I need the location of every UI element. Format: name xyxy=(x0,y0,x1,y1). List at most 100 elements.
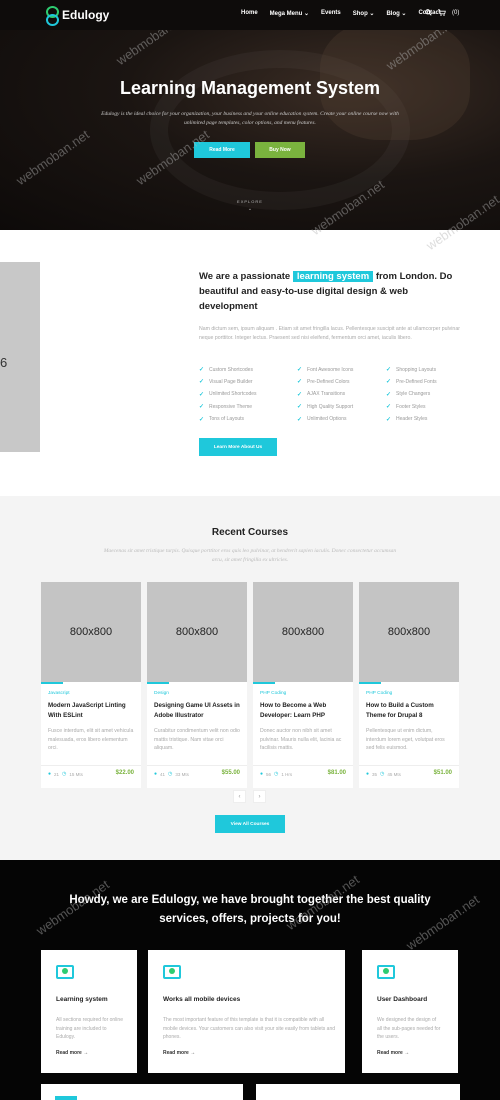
logo-text: Edulogy xyxy=(62,8,110,22)
check-icon: ✓ xyxy=(199,379,205,386)
course-title[interactable]: Modern JavaScript Linting With ESLint xyxy=(48,701,136,720)
course-image[interactable]: 800x800 xyxy=(359,582,459,682)
hero-section: Learning Management System Edulogy is th… xyxy=(0,30,500,230)
course-accent-bar xyxy=(147,682,169,684)
dashboard-icon xyxy=(377,965,395,979)
check-icon: ✓ xyxy=(199,404,205,411)
prev-page-button[interactable]: ‹ xyxy=(233,790,246,803)
logo[interactable]: Edulogy xyxy=(44,6,110,26)
main-menu: Home Mega Menu ⌄ Events Shop ⌄ Blog ⌄ Co… xyxy=(241,10,453,17)
buy-now-button[interactable]: Buy Now xyxy=(255,142,305,158)
read-more-link[interactable]: Read more → xyxy=(163,1050,195,1056)
next-page-button[interactable]: › xyxy=(253,790,266,803)
feature-item: ✓ Custom Shortcodes xyxy=(199,366,253,374)
learning-icon xyxy=(56,965,74,979)
course-accent-bar xyxy=(359,682,381,684)
user-icon: ● xyxy=(48,771,52,777)
feature-item: ✓ Header Styles xyxy=(386,416,428,423)
course-category[interactable]: Design xyxy=(154,691,169,696)
course-image[interactable]: 800x800 xyxy=(41,582,141,682)
user-icon: ● xyxy=(260,771,264,777)
course-title[interactable]: How to Build a Custom Theme for Drupal 8 xyxy=(366,701,454,720)
feature-item: ✓ Font Awesome Icons xyxy=(297,366,354,374)
learn-more-button[interactable]: Learn More About Us xyxy=(199,438,277,456)
feature-item: ✓ Unlimited Shortcodes xyxy=(199,391,257,398)
menu-item-events[interactable]: Events xyxy=(321,10,341,17)
top-navbar: Edulogy Home Mega Menu ⌄ Events Shop ⌄ B… xyxy=(0,0,500,30)
course-title[interactable]: How to Become a Web Developer: Learn PHP xyxy=(260,701,348,720)
clock-icon: ◷ xyxy=(274,771,279,777)
check-icon: ✓ xyxy=(386,416,392,423)
course-card[interactable]: 800x800 Design Designing Game UI Assets … xyxy=(147,582,247,788)
feature-item: ✓ Tons of Layouts xyxy=(199,416,245,423)
feature-item: ✓ Responsive Theme xyxy=(199,403,253,411)
about-image-label: 6 xyxy=(0,355,8,370)
course-card[interactable]: 800x800 PHP Coding How to Become a Web D… xyxy=(253,582,353,788)
check-icon: ✓ xyxy=(199,367,205,373)
cart-count[interactable]: (0) xyxy=(452,10,459,16)
about-text: Nam dictum sem, ipsum aliquam . Etiam si… xyxy=(199,326,460,341)
view-all-courses-button[interactable]: View All Courses xyxy=(215,815,285,833)
course-duration: 1 Hrs xyxy=(281,771,293,777)
user-icon: ● xyxy=(366,771,370,777)
course-image[interactable]: 800x800 xyxy=(253,582,353,682)
feature-item: ✓ Pre-Defined Fonts xyxy=(386,378,437,386)
read-more-link[interactable]: Read more → xyxy=(56,1050,88,1056)
feature-card-title: Learning system xyxy=(56,996,108,1003)
user-icon: ● xyxy=(154,771,158,777)
course-card[interactable]: 800x800 Javascript Modern JavaScript Lin… xyxy=(41,582,141,788)
course-meta: ● 21 ◷ 15 Mts xyxy=(48,771,83,777)
feature-item: ✓ Pre-Defined Colors xyxy=(297,378,350,386)
check-icon: ✓ xyxy=(297,416,303,423)
clock-icon: ◷ xyxy=(62,771,67,777)
feature-card-title: User Dashboard xyxy=(377,996,428,1003)
student-count: 21 xyxy=(54,771,60,777)
feature-card-description: All sections required for online trainin… xyxy=(56,1017,123,1040)
feature-card-description: The most important feature of this templ… xyxy=(163,1017,336,1040)
mobile-devices-icon xyxy=(163,965,181,979)
divider xyxy=(359,765,459,766)
menu-item-home[interactable]: Home xyxy=(241,10,258,17)
course-card[interactable]: 800x800 PHP Coding How to Build a Custom… xyxy=(359,582,459,788)
cart-icon[interactable] xyxy=(438,9,446,16)
course-description: Fusce interdum, elit sit amet vehicula m… xyxy=(48,728,134,751)
course-category[interactable]: Javascript xyxy=(48,691,70,696)
feature-item: ✓ AJAX Transitions xyxy=(297,391,346,398)
clock-icon: ◷ xyxy=(380,771,385,777)
about-title: We are a passionate learning system from… xyxy=(199,269,459,314)
read-more-button[interactable]: Read More xyxy=(194,142,250,158)
feature-item: ✓ Shopping Layouts xyxy=(386,366,437,374)
feature-item: ✓ Visual Page Builder xyxy=(199,378,253,386)
course-meta: ● 41 ◷ 33 Mts xyxy=(154,771,189,777)
explore-label[interactable]: EXPLORE xyxy=(0,199,500,204)
divider xyxy=(253,765,353,766)
chevron-down-icon[interactable]: ⌄ xyxy=(0,206,500,212)
read-more-link[interactable]: Read more → xyxy=(377,1050,409,1056)
about-title-highlight: learning system xyxy=(292,271,374,282)
course-image[interactable]: 800x800 xyxy=(147,582,247,682)
check-icon: ✓ xyxy=(386,404,392,411)
course-price: $51.00 xyxy=(433,770,452,776)
feature-card-description: We designed the design of all the sub-pa… xyxy=(377,1017,441,1040)
check-icon: ✓ xyxy=(297,404,303,411)
menu-item-blog[interactable]: Blog ⌄ xyxy=(386,10,406,17)
check-icon: ✓ xyxy=(297,367,303,373)
course-meta: ● 56 ◷ 1 Hrs xyxy=(260,771,292,777)
course-accent-bar xyxy=(41,682,63,684)
course-category[interactable]: PHP Coding xyxy=(366,691,392,696)
feature-list: ✓ Custom Shortcodes ✓ Font Awesome Icons ✓… xyxy=(199,366,479,423)
menu-item-shop[interactable]: Shop ⌄ xyxy=(353,10,375,17)
search-icon[interactable] xyxy=(425,9,432,16)
check-icon: ✓ xyxy=(199,391,205,398)
menu-item-mega-menu[interactable]: Mega Menu ⌄ xyxy=(270,10,309,17)
feature-card-partial xyxy=(256,1084,460,1100)
feature-card-title: Works all mobile devices xyxy=(163,996,241,1003)
course-category[interactable]: PHP Coding xyxy=(260,691,286,696)
check-icon: ✓ xyxy=(297,379,303,386)
course-description: Pellentesque ut enim dictum, interdum lo… xyxy=(366,728,445,751)
course-price: $55.00 xyxy=(221,770,240,776)
course-description: Donec auctor non nibh sit amet pulvinar.… xyxy=(260,728,342,751)
feature-item: ✓ Unlimited Options xyxy=(297,416,347,423)
course-title[interactable]: Designing Game UI Assets in Adobe Illust… xyxy=(154,701,242,720)
feature-item: ✓ Style Changers xyxy=(386,391,431,398)
